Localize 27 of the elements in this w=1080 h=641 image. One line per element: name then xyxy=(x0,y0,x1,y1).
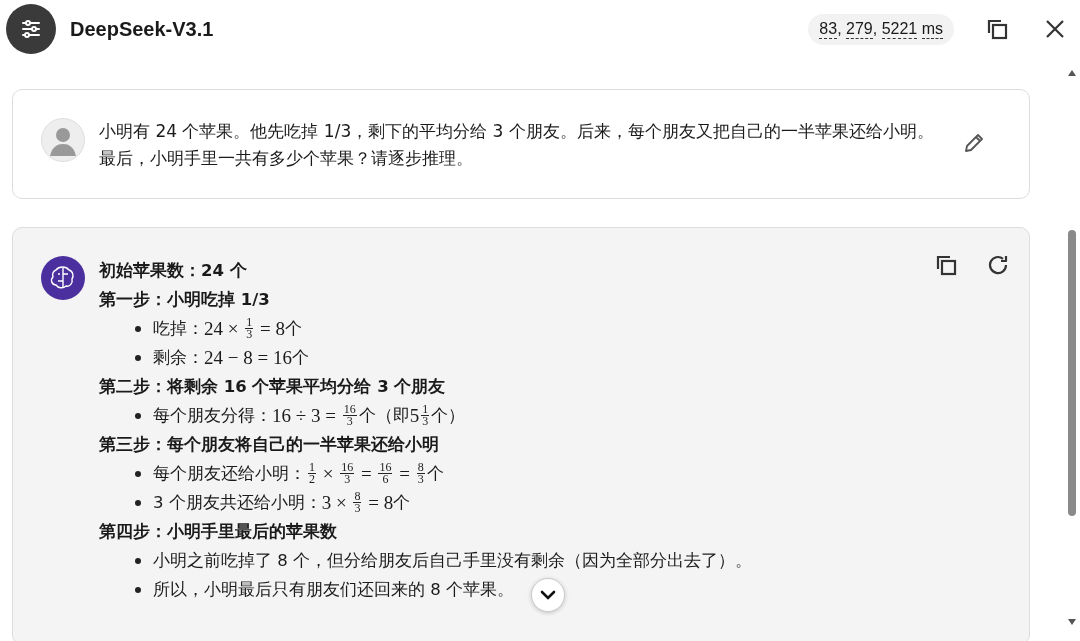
bullet-dot xyxy=(135,412,141,419)
close-icon xyxy=(1044,18,1066,40)
user-avatar-icon xyxy=(41,118,85,162)
step-heading: 初始苹果数：24 个 xyxy=(99,260,248,282)
bullet-dot xyxy=(135,586,141,593)
bullet-text: 所以，小明最后只有朋友们还回来的 8 个苹果。 xyxy=(153,579,514,601)
bullet-dot xyxy=(135,354,141,361)
step-heading: 第三步：每个朋友将自己的一半苹果还给小明 xyxy=(99,434,440,456)
scroll-up-arrow-icon[interactable] xyxy=(1067,69,1077,77)
bullet-dot xyxy=(135,557,141,564)
model-title: DeepSeek-V3.1 xyxy=(70,17,215,41)
bullet-dot xyxy=(135,499,141,506)
user-message-text: 小明有 24 个苹果。他先吃掉 1/3，剩下的平均分给 3 个朋友。后来，每个朋友又把自己的一半苹果还给小明。最后，小明手里一共有多少个苹果？请逐步推理。 xyxy=(99,120,935,170)
brain-logo-icon xyxy=(41,256,85,300)
chevron-down-icon xyxy=(539,589,557,601)
step-heading: 第一步：小明吃掉 1/3 xyxy=(99,289,271,311)
settings-button[interactable] xyxy=(6,4,56,54)
pencil-icon xyxy=(963,132,985,154)
bullet-text: 剩余：24 − 8 = 16个 xyxy=(153,346,309,370)
step-heading: 第四步：小明手里最后的苹果数 xyxy=(99,521,338,543)
sliders-icon xyxy=(19,17,43,41)
scroll-down-arrow-icon[interactable] xyxy=(1067,618,1077,626)
bullet-text: 小明之前吃掉了 8 个，但分给朋友后自己手里没有剩余（因为全部分出去了）。 xyxy=(153,550,752,572)
bullet-dot xyxy=(135,325,141,332)
step-heading: 第二步：将剩余 16 个苹果平均分给 3 个朋友 xyxy=(99,376,447,398)
timing-stats: 83, 279, 5221 ms xyxy=(808,13,954,45)
bullet-dot xyxy=(135,470,141,477)
